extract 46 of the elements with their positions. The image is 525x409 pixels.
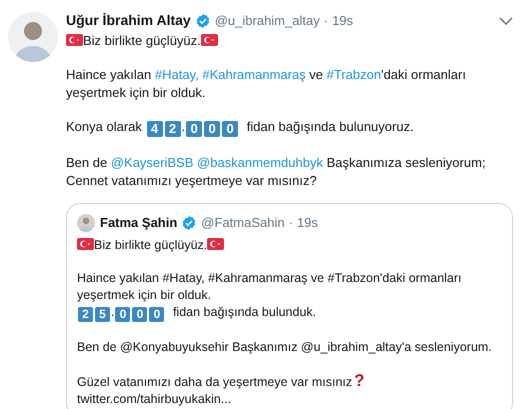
hashtag-link[interactable]: #Kahramanmaraş <box>202 67 306 82</box>
separator-dot: · <box>288 214 293 232</box>
hashtag-link[interactable]: @baskanmemduhbyk <box>197 155 323 170</box>
tweet-text: yeşertmek için bir olduk. <box>77 286 212 304</box>
digit-separator: . <box>182 119 186 134</box>
digit-keycap: 0 <box>221 120 240 138</box>
author-handle[interactable]: @FatmaSahin <box>201 213 285 232</box>
digit-separator: . <box>111 304 114 318</box>
digit-keycap: 0 <box>203 120 222 138</box>
quoted-tweet-card[interactable] <box>66 203 513 409</box>
digit-keycap: 2 <box>164 120 182 138</box>
tweet-time[interactable]: 19s <box>332 10 354 30</box>
hashtag-link[interactable]: #Trabzon <box>326 67 382 82</box>
flag-icon <box>77 238 94 250</box>
tweet-text: Cennet vatanımızı yeşertmeye var mısınız? <box>66 172 318 190</box>
tweet-text: Ben de @KayseriBSB @baskanmemduhbyk Başkanımıza sesleniyorum; <box>66 154 487 172</box>
tweet-time[interactable]: 19s <box>296 213 318 232</box>
chevron-down-icon[interactable] <box>499 16 513 26</box>
tweet-text: Haince yakılan #Hatay, #Kahramanmaraş ve #Trabzon'daki ormanları <box>77 270 463 286</box>
digit-keycap: 5 <box>94 306 111 322</box>
tweet-text: yeşertmek için bir olduk. <box>66 84 206 102</box>
hashtag-link[interactable]: #Hatay, <box>154 67 199 82</box>
digit-keycap: 2 <box>77 306 94 322</box>
avatar[interactable] <box>8 12 58 62</box>
digit-keycap: 0 <box>114 306 132 322</box>
separator-dot: · <box>324 12 328 30</box>
flag-icon <box>200 34 218 46</box>
flag-icon <box>66 34 83 46</box>
tweet-text: Güzel vatanımızı daha da yeşertmeye var mısınız? <box>77 372 366 390</box>
digit-keycap: 0 <box>131 306 148 322</box>
tweet-text: Biz birlikte güçlüyüz. <box>66 32 513 50</box>
avatar[interactable] <box>77 214 95 232</box>
tweet-text: Ben de @Konyabuyuksehir Başkanımız @u_ibrahim_altay'a sesleniyorum. <box>77 338 493 356</box>
tweet-text: 2 5 . 0 0 0 fidan bağışında bulunduk. <box>77 304 502 322</box>
digit-keycap: 0 <box>185 120 204 138</box>
flag-icon <box>207 238 224 250</box>
digit-keycap: 0 <box>148 306 166 322</box>
author-handle[interactable]: @u_ibrahim_altay <box>214 10 320 30</box>
author-name[interactable]: Uğur İbrahim Altay <box>66 10 191 31</box>
tweet-text: Konya olarak 4 2 . 0 0 0 fidan bağışında bulunuyoruz. <box>66 118 415 138</box>
hashtag-link[interactable]: @KayseriBSB <box>110 155 194 170</box>
digit-keycap: 4 <box>146 120 164 138</box>
tweet-text: Haince yakılan #Hatay, #Kahramanmaraş ve #Trabzon'daki ormanları <box>66 66 467 84</box>
tweet-text: twitter.com/tahirbuyukakin... <box>77 390 232 408</box>
author-name[interactable]: Fatma Şahin <box>100 213 178 232</box>
tweet-text: Biz birlikte güçlüyüz. <box>77 236 502 254</box>
